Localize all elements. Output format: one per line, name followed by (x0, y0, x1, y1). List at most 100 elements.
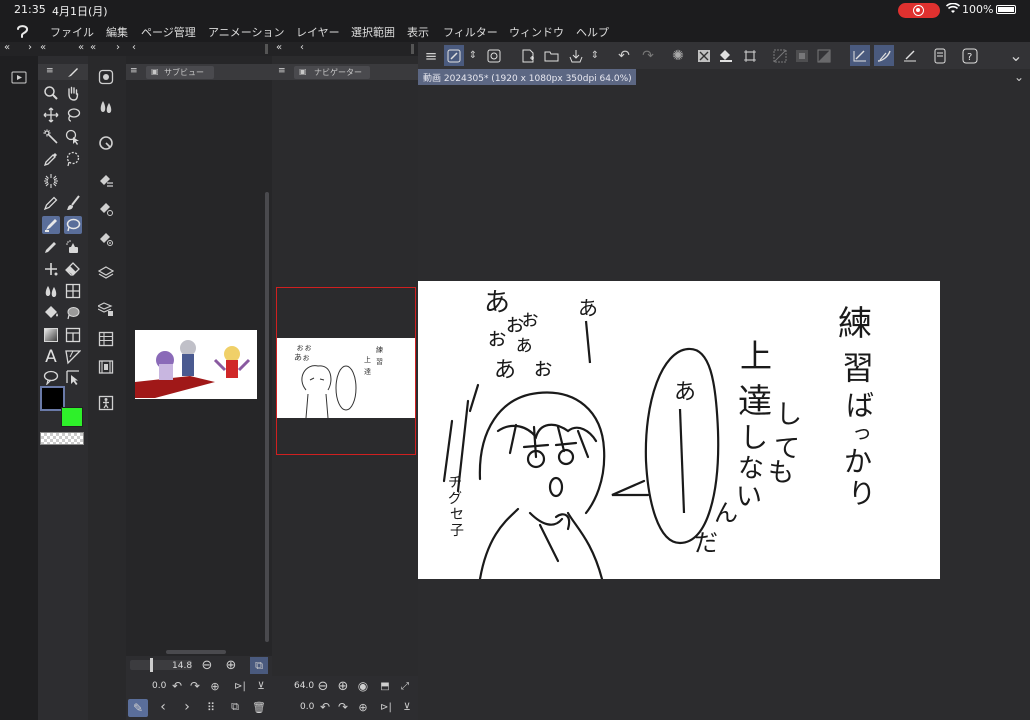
balloon-icon[interactable] (42, 368, 60, 386)
transparent-color-swatch[interactable] (40, 432, 84, 445)
lasso-icon[interactable] (64, 106, 82, 124)
navigator-tab[interactable]: ▣ ナビゲーター (294, 66, 370, 79)
actual-size-icon[interactable]: ◉ (356, 679, 370, 693)
ruler-icon[interactable] (64, 348, 82, 366)
new-file-icon[interactable] (518, 45, 538, 66)
deselect-icon[interactable] (770, 45, 790, 66)
collapse-icon[interactable]: « (276, 42, 282, 53)
rotate-left-icon[interactable]: ↶ (170, 679, 184, 693)
tool-property-icon[interactable] (96, 68, 116, 86)
snap-special-ruler-icon[interactable] (874, 45, 894, 66)
fill-selection-icon[interactable] (716, 45, 736, 66)
collapse-left-icon[interactable]: « (4, 42, 10, 53)
redo-icon[interactable]: ↷ (638, 45, 658, 66)
quick-access-icon[interactable] (444, 45, 464, 66)
zoom-out-icon[interactable]: ⊖ (316, 679, 330, 694)
hamburger-menu-icon[interactable]: ≡ (422, 47, 440, 65)
move-icon[interactable] (42, 106, 60, 124)
blend-icon[interactable] (42, 282, 60, 300)
drag-handle[interactable] (265, 44, 268, 54)
canvas-sheet[interactable]: あ ぉ ぉ ぉ ぁ ぉ あ あ あ 練 習 ば っ か り し て も 上 達 … (418, 281, 940, 579)
save-icon[interactable] (566, 45, 586, 66)
zoom-icon[interactable] (42, 84, 60, 102)
3d-pose-icon[interactable] (96, 394, 116, 412)
collapse-icon[interactable]: « (78, 42, 84, 53)
shape-lasso-icon[interactable] (64, 150, 82, 168)
chevron-updown-icon[interactable]: ⇕ (588, 45, 602, 66)
marker-tool-icon[interactable] (42, 216, 60, 234)
pencil-icon[interactable] (42, 238, 60, 256)
collapse-icon[interactable]: « (90, 42, 96, 53)
menu-icon[interactable]: ≡ (278, 66, 286, 76)
text-tool-icon[interactable]: A (42, 347, 60, 367)
zoom-in-icon[interactable]: ⊕ (224, 658, 238, 673)
zoom-out-icon[interactable]: ⊖ (200, 658, 214, 673)
fit-window-icon[interactable]: ⬒ (378, 679, 392, 693)
app-logo-icon[interactable] (14, 22, 32, 40)
layer-search-icon[interactable] (96, 330, 116, 348)
sub-color-swatch[interactable] (61, 407, 83, 427)
decoration-icon[interactable] (42, 260, 60, 278)
grid-view-icon[interactable]: ⠿ (204, 700, 218, 714)
chevron-down-icon[interactable]: ⌄ (1006, 45, 1026, 66)
menu-animation[interactable]: アニメーション (208, 24, 285, 40)
snap-ruler-icon[interactable] (850, 45, 870, 66)
sub-view-tab[interactable]: ▣ サブビュー (146, 66, 214, 79)
gradient-icon[interactable] (42, 326, 60, 344)
open-folder-icon[interactable] (542, 45, 562, 66)
invert-selection-icon[interactable] (792, 45, 812, 66)
drag-handle[interactable] (411, 44, 414, 54)
rotate-right-icon[interactable]: ↷ (336, 700, 350, 714)
zoom-slider-thumb[interactable] (150, 658, 153, 672)
import-image-icon[interactable]: ⧉ (228, 700, 242, 714)
menu-file[interactable]: ファイル (50, 24, 94, 40)
object-select-icon[interactable] (64, 128, 82, 146)
layer-settings-icon[interactable] (484, 45, 504, 66)
burst-icon[interactable] (42, 172, 60, 190)
reset-rotation-icon[interactable]: ⊕ (208, 679, 222, 693)
reset-rotation-icon[interactable]: ⊕ (356, 700, 370, 714)
navigator-view-frame[interactable] (276, 287, 416, 455)
pen-icon[interactable] (42, 194, 60, 212)
eyedropper-icon[interactable] (42, 150, 60, 168)
eraser-icon[interactable] (64, 260, 82, 278)
menu-window[interactable]: ウィンドウ (509, 24, 564, 40)
collapse-icon[interactable]: ‹ (300, 42, 304, 53)
delete-icon[interactable]: 🗑 (252, 700, 266, 714)
menu-layer[interactable]: レイヤー (296, 24, 340, 40)
flip-vertical-icon[interactable]: ⊻ (254, 679, 268, 693)
zoom-in-icon[interactable]: ⊕ (336, 679, 350, 694)
smartphone-icon[interactable] (930, 45, 950, 66)
menu-selection[interactable]: 選択範囲 (351, 24, 395, 40)
menu-page[interactable]: ページ管理 (141, 24, 196, 40)
vertical-scrollbar[interactable] (265, 192, 269, 642)
canvas-tab[interactable]: 動画 2024305* (1920 x 1080px 350dpi 64.0%) (418, 69, 636, 85)
rotate-left-icon[interactable]: ↶ (318, 700, 332, 714)
rotate-right-icon[interactable]: ↷ (188, 679, 202, 693)
material-target-icon[interactable] (96, 230, 116, 248)
processing-icon[interactable]: ✺ (668, 45, 688, 66)
airbrush-icon[interactable] (64, 238, 82, 256)
collapse-icon[interactable]: ‹ (132, 42, 136, 53)
collapse-icon[interactable]: « (40, 42, 46, 53)
menu-edit[interactable]: 編集 (106, 24, 128, 40)
magic-wand-icon[interactable] (42, 128, 60, 146)
flip-vertical-icon[interactable]: ⊻ (400, 700, 414, 714)
fullscreen-icon[interactable]: ⤢ (398, 679, 412, 693)
hand-icon[interactable] (64, 84, 82, 102)
chevron-updown-icon[interactable]: ⇕ (466, 45, 480, 66)
help-icon[interactable]: ? (960, 45, 980, 66)
eyedropper-icon[interactable]: ✎ (128, 699, 148, 717)
pen-tool-tab-icon[interactable] (66, 65, 80, 79)
flip-horizontal-icon[interactable]: ⊳| (232, 679, 248, 693)
layer-property-icon[interactable] (96, 300, 116, 318)
layer-icon[interactable] (96, 264, 116, 282)
clear-icon[interactable] (694, 45, 714, 66)
undo-icon[interactable]: ↶ (614, 45, 634, 66)
previous-icon[interactable]: ‹ (156, 699, 170, 715)
screen-recording-indicator[interactable] (898, 3, 940, 18)
horizontal-scrollbar[interactable] (166, 650, 226, 654)
fill-lasso-icon[interactable] (64, 304, 82, 322)
flip-horizontal-icon[interactable]: ⊳| (378, 700, 394, 714)
animation-timeline-icon[interactable] (10, 68, 28, 86)
